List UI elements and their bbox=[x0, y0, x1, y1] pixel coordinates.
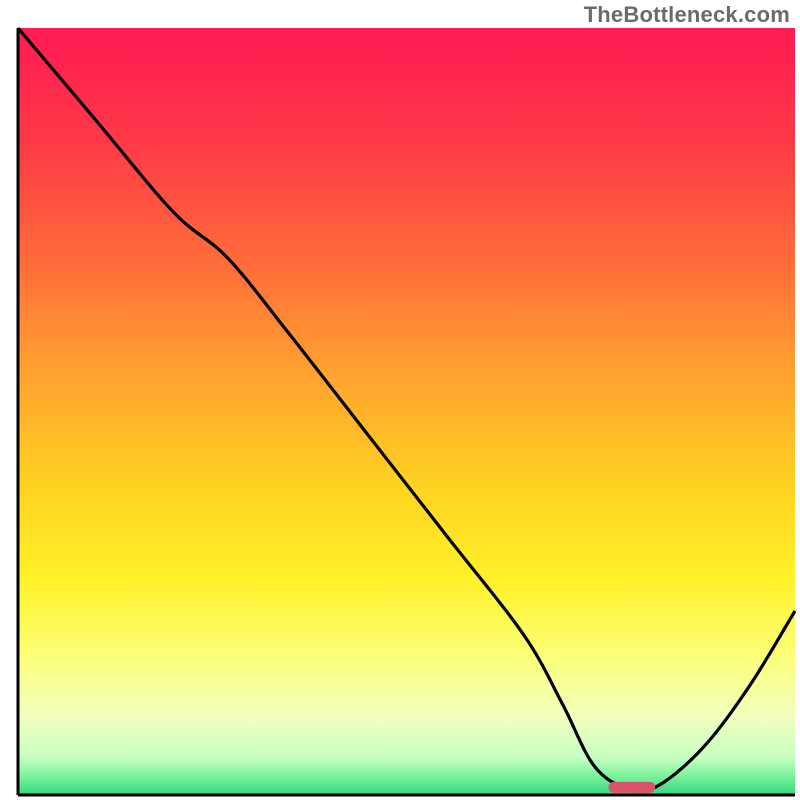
optimal-range-marker bbox=[609, 782, 656, 793]
watermark-text: TheBottleneck.com bbox=[584, 2, 790, 28]
plot-background bbox=[18, 28, 795, 795]
bottleneck-chart bbox=[0, 0, 800, 800]
